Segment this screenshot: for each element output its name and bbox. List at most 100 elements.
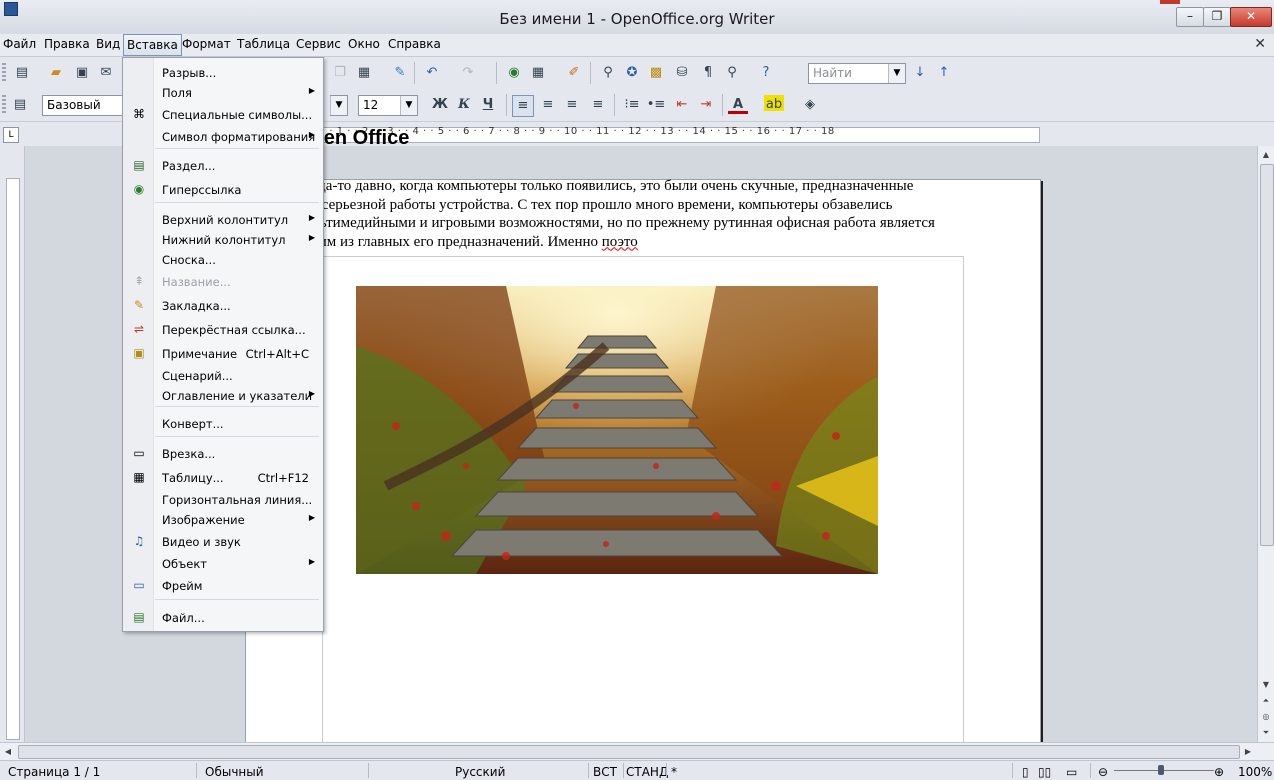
help-icon[interactable]: ?	[756, 63, 776, 83]
insert-menu-item[interactable]: Изображение ▶	[123, 509, 323, 529]
insert-menu-item[interactable]: ▤ Файл...	[123, 607, 323, 627]
chevron-down-icon[interactable]: ▼	[888, 64, 905, 83]
open-icon[interactable]: ▰	[46, 63, 66, 83]
insert-menu-item[interactable]: ⇌ Перекрёстная ссылка...	[123, 319, 323, 339]
zoom-slider-handle[interactable]	[1158, 765, 1164, 775]
insert-menu-item[interactable]: ▣ Примечание Ctrl+Alt+C	[123, 343, 323, 363]
save-icon[interactable]: ▣	[72, 63, 92, 83]
inserted-image[interactable]	[356, 286, 878, 574]
toolbar-grip[interactable]	[2, 63, 6, 83]
font-name-dropdown[interactable]: ▼	[330, 95, 348, 116]
data-sources-icon[interactable]: ⛁	[672, 63, 692, 83]
gallery-icon[interactable]: ▩	[646, 63, 666, 83]
previous-page-icon[interactable]: ⏶	[1260, 694, 1272, 708]
single-page-view-icon[interactable]: ▯	[1022, 765, 1029, 779]
draw-functions-icon[interactable]: ✐	[564, 63, 584, 83]
insert-menu-item[interactable]: ⌘ Специальные символы...	[123, 104, 323, 124]
navigator-icon[interactable]: ✪	[622, 63, 642, 83]
font-size-box[interactable]: 12 ▼	[358, 95, 418, 116]
insert-menu-item[interactable]: Верхний колонтитул ▶	[123, 209, 323, 229]
insert-menu-item[interactable]: ▦ Таблицу... Ctrl+F12	[123, 467, 323, 487]
justify-icon[interactable]: ≡	[588, 95, 608, 115]
page-style[interactable]: Обычный	[205, 765, 264, 779]
increase-indent-icon[interactable]: ⇥	[696, 95, 716, 115]
email-icon[interactable]: ✉	[96, 63, 116, 83]
insert-mode[interactable]: ВСТ	[593, 765, 617, 779]
language[interactable]: Русский	[455, 765, 505, 779]
align-left-icon[interactable]: ≡	[512, 95, 534, 117]
insert-menu-item[interactable]: Горизонтальная линия...	[123, 489, 323, 509]
scroll-down-icon[interactable]: ▼	[1260, 678, 1272, 692]
background-color-icon[interactable]: ◈	[800, 95, 820, 115]
chevron-down-icon[interactable]: ▼	[400, 96, 417, 115]
horizontal-scrollbar[interactable]: ◀ ▶	[0, 742, 1274, 760]
selection-mode[interactable]: СТАНД	[626, 765, 668, 779]
insert-menu-item[interactable]: Разрыв...	[123, 62, 323, 82]
vertical-ruler[interactable]	[0, 146, 25, 742]
insert-menu-item[interactable]: Оглавление и указатели ▶	[123, 385, 323, 405]
italic-button[interactable]: К	[454, 95, 474, 115]
numbering-icon[interactable]: ⁝≡	[622, 95, 642, 115]
styles-formatting-icon[interactable]: ▤	[10, 95, 30, 115]
toolbar-grip[interactable]	[2, 95, 6, 115]
next-page-icon[interactable]: ⏷	[1260, 726, 1272, 740]
zoom-in-icon[interactable]: ⊕	[1214, 765, 1224, 779]
zoom-icon[interactable]: ⚲	[722, 63, 742, 83]
bold-button[interactable]: Ж	[430, 95, 450, 115]
minimize-button[interactable]: –	[1176, 7, 1204, 27]
insert-menu-item[interactable]: ◉ Гиперссылка	[123, 179, 323, 199]
bullets-icon[interactable]: •≡	[646, 95, 666, 115]
insert-menu-item[interactable]: ✎ Закладка...	[123, 295, 323, 315]
insert-menu-item[interactable]: ♫ Видео и звук	[123, 531, 323, 551]
insert-menu-item[interactable]: Сценарий...	[123, 365, 323, 385]
paragraph-style-box[interactable]: Базовый	[42, 95, 125, 116]
insert-menu-item[interactable]: Конверт...	[123, 413, 323, 433]
close-button[interactable]: ✕	[1230, 7, 1272, 27]
scroll-up-icon[interactable]: ▲	[1260, 148, 1272, 162]
menu-view[interactable]: Вид	[96, 37, 120, 51]
scroll-right-icon[interactable]: ▶	[1242, 745, 1254, 759]
insert-menu-item[interactable]: ▭ Врезка...	[123, 443, 323, 463]
menu-edit[interactable]: Правка	[44, 37, 90, 51]
hyperlink-icon[interactable]: ◉	[504, 63, 524, 83]
book-view-icon[interactable]: ▭	[1066, 765, 1077, 779]
insert-menu-item[interactable]: ▭ Фрейм	[123, 575, 323, 595]
new-document-icon[interactable]: ▤	[12, 63, 32, 83]
highlighting-icon[interactable]: ab	[764, 95, 784, 112]
zoom-level[interactable]: 100%	[1238, 765, 1272, 779]
insert-menu-item[interactable]: ▤ Раздел...	[123, 155, 323, 175]
format-paintbrush-icon[interactable]: ✎	[390, 63, 410, 83]
scroll-left-icon[interactable]: ◀	[2, 745, 14, 759]
menu-window[interactable]: Окно	[348, 37, 380, 51]
navigation-icon[interactable]: ◎	[1260, 710, 1272, 724]
menu-table[interactable]: Таблица	[237, 37, 290, 51]
find-previous-icon[interactable]: ↑	[934, 63, 954, 83]
align-center-icon[interactable]: ≡	[538, 95, 558, 115]
insert-menu-item[interactable]: Символ форматирования ▶	[123, 126, 323, 146]
restore-button[interactable]: ❐	[1203, 7, 1231, 27]
insert-menu-item[interactable]: Поля ▶	[123, 82, 323, 102]
scroll-thumb[interactable]	[1260, 164, 1274, 546]
close-document-icon[interactable]: ✕	[1254, 36, 1266, 52]
insert-menu-item[interactable]: Объект ▶	[123, 553, 323, 573]
decrease-indent-icon[interactable]: ⇤	[672, 95, 692, 115]
formatting-marks-icon[interactable]: ¶	[698, 63, 718, 83]
zoom-out-icon[interactable]: ⊖	[1098, 765, 1108, 779]
undo-icon[interactable]: ↶	[422, 63, 442, 83]
menu-format[interactable]: Формат	[182, 37, 231, 51]
font-color-icon[interactable]: A	[728, 95, 748, 114]
tab-type-selector[interactable]: L	[3, 127, 19, 143]
document-paragraph[interactable]: Когда-то давно, когда компьютеры только …	[296, 177, 938, 251]
find-next-icon[interactable]: ↓	[910, 63, 930, 83]
zoom-slider[interactable]	[1114, 770, 1214, 771]
vertical-scrollbar[interactable]: ▲ ▼ ⏶ ◎ ⏷	[1257, 146, 1274, 742]
insert-menu-item[interactable]: Нижний колонтитул ▶	[123, 229, 323, 249]
menu-tools[interactable]: Сервис	[296, 37, 341, 51]
menu-help[interactable]: Справка	[388, 37, 441, 51]
find-replace-icon[interactable]: ⚲	[598, 63, 618, 83]
insert-menu-item[interactable]: Сноска...	[123, 249, 323, 269]
align-right-icon[interactable]: ≡	[562, 95, 582, 115]
page-indicator[interactable]: Страница 1 / 1	[8, 765, 100, 779]
paste-icon[interactable]: ▦	[354, 63, 374, 83]
underline-button[interactable]: Ч	[478, 95, 498, 115]
